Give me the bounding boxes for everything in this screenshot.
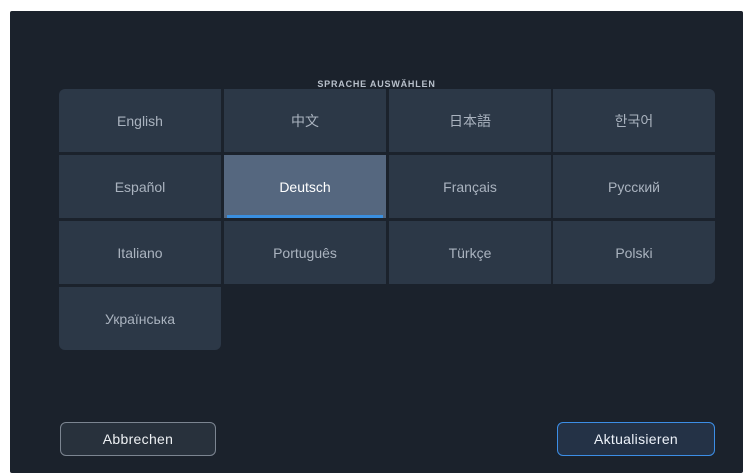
language-label: Português xyxy=(273,244,337,261)
language-label: Italiano xyxy=(117,244,163,261)
language-label: Français xyxy=(443,178,497,195)
language-label: Polski xyxy=(615,244,653,261)
language-grid: English 中文 日本語 한국어 Español Deutsch Franç… xyxy=(59,89,715,353)
language-option-korean[interactable]: 한국어 xyxy=(553,89,715,152)
dialog-title: SPRACHE AUSWÄHLEN xyxy=(317,79,436,89)
language-option-french[interactable]: Français xyxy=(389,155,551,218)
language-label: Русский xyxy=(608,178,660,195)
language-option-polish[interactable]: Polski xyxy=(553,221,715,284)
language-label: Deutsch xyxy=(279,178,331,195)
language-option-italian[interactable]: Italiano xyxy=(59,221,221,284)
language-option-portuguese[interactable]: Português xyxy=(224,221,386,284)
language-option-english[interactable]: English xyxy=(59,89,221,152)
language-label: Türkçe xyxy=(448,244,492,261)
language-label: English xyxy=(117,112,163,129)
language-option-chinese[interactable]: 中文 xyxy=(224,89,386,152)
language-dialog: SPRACHE AUSWÄHLEN English 中文 日本語 한국어 Esp… xyxy=(10,11,743,473)
cancel-button[interactable]: Abbrechen xyxy=(60,422,216,456)
language-label: Українська xyxy=(104,310,176,327)
language-label: 한국어 xyxy=(614,112,654,129)
language-label: Español xyxy=(114,178,166,195)
language-label: 日本語 xyxy=(449,112,491,129)
language-option-german[interactable]: Deutsch xyxy=(224,155,386,218)
language-label: 中文 xyxy=(291,112,319,129)
language-option-turkish[interactable]: Türkçe xyxy=(389,221,551,284)
language-option-japanese[interactable]: 日本語 xyxy=(389,89,551,152)
selection-indicator xyxy=(227,215,383,218)
update-button[interactable]: Aktualisieren xyxy=(557,422,715,456)
language-option-ukrainian[interactable]: Українська xyxy=(59,287,221,350)
language-option-russian[interactable]: Русский xyxy=(553,155,715,218)
language-option-spanish[interactable]: Español xyxy=(59,155,221,218)
